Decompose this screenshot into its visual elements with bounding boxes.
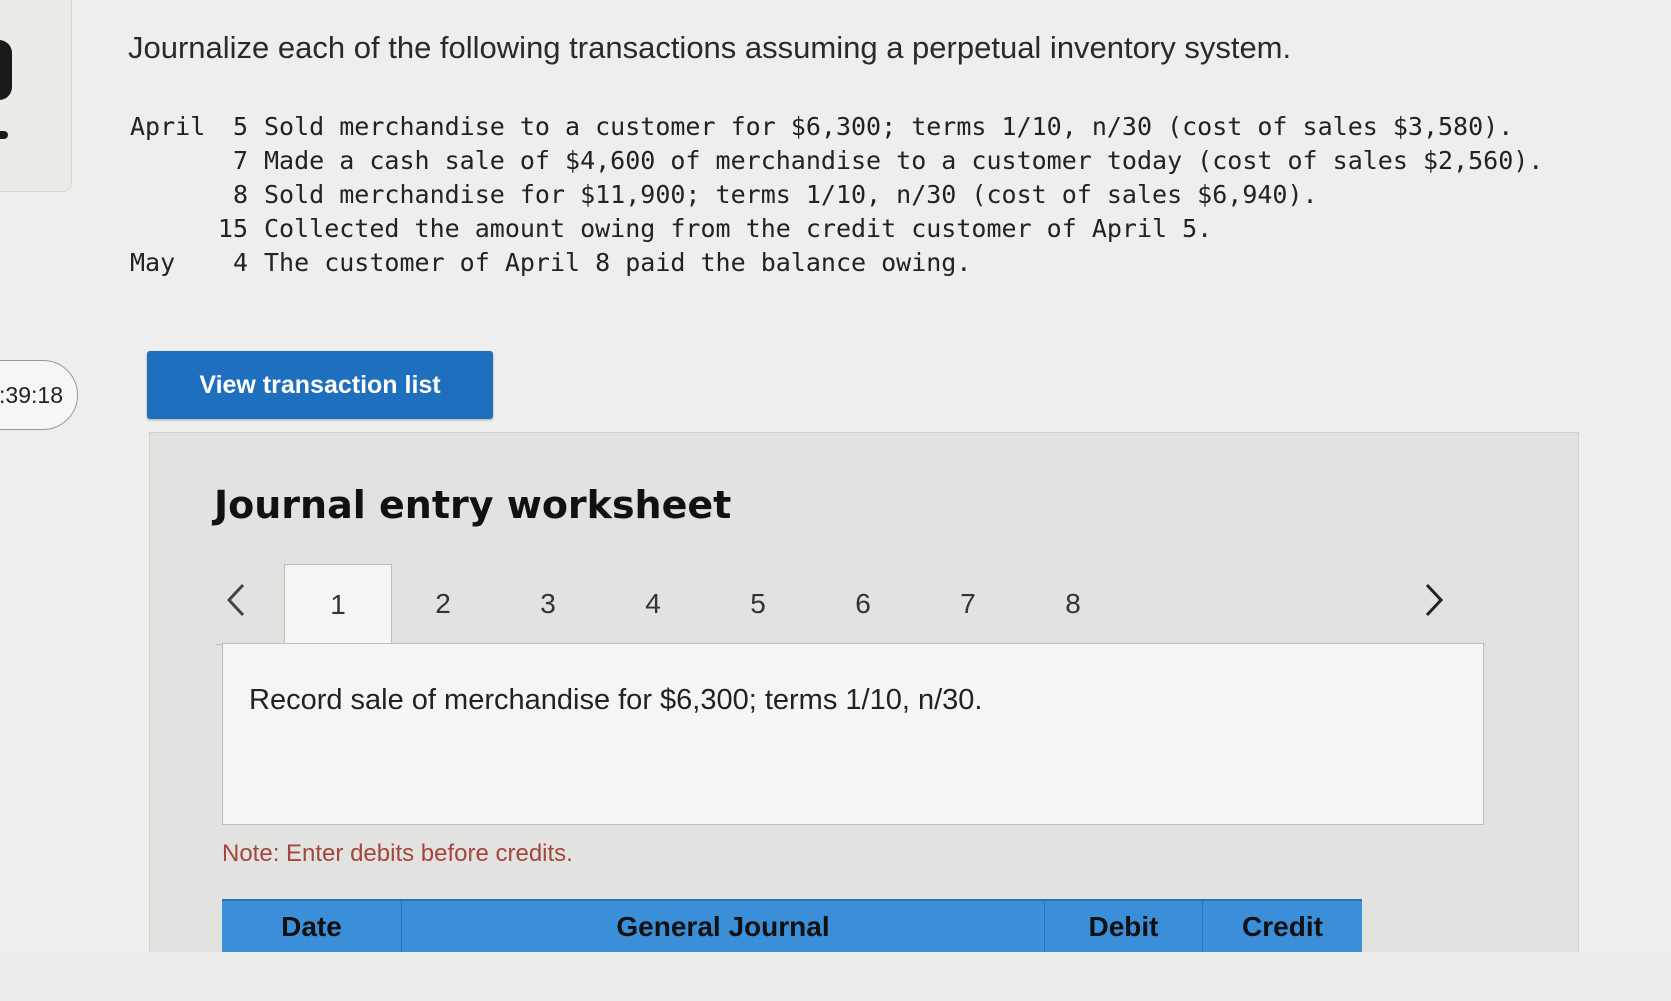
transaction-row: April 5 Sold merchandise to a customer f… bbox=[130, 110, 1543, 144]
transaction-text: The customer of April 8 paid the balance… bbox=[264, 248, 972, 277]
transaction-day: 15 bbox=[217, 214, 248, 243]
entry-prompt-box: Record sale of merchandise for $6,300; t… bbox=[222, 643, 1484, 825]
decorative-mark-small bbox=[0, 131, 8, 139]
transaction-month bbox=[130, 212, 210, 246]
tab-3[interactable]: 3 bbox=[494, 564, 602, 644]
transaction-month bbox=[130, 178, 210, 212]
transaction-text: Sold merchandise for $11,900; terms 1/10… bbox=[264, 180, 1318, 209]
worksheet-title: Journal entry worksheet bbox=[214, 483, 732, 527]
transaction-month: May bbox=[130, 248, 176, 277]
journal-entry-worksheet: Journal entry worksheet 1 2 3 4 5 6 7 8 … bbox=[149, 432, 1579, 954]
chevron-left-icon[interactable] bbox=[216, 578, 256, 622]
transaction-text: Collected the amount owing from the cred… bbox=[264, 214, 1213, 243]
entry-prompt: Record sale of merchandise for $6,300; t… bbox=[249, 684, 983, 716]
tab-4[interactable]: 4 bbox=[599, 564, 707, 644]
transaction-day: 4 bbox=[232, 248, 248, 277]
page-bottom-strip bbox=[0, 952, 1671, 1001]
transaction-text: Sold merchandise to a customer for $6,30… bbox=[264, 112, 1514, 141]
transaction-day: 8 bbox=[232, 180, 248, 209]
question-intro: Journalize each of the following transac… bbox=[128, 30, 1292, 65]
column-header-date: Date bbox=[222, 901, 402, 953]
chevron-right-icon[interactable] bbox=[1414, 578, 1454, 622]
column-header-credit: Credit bbox=[1242, 911, 1323, 942]
transaction-row: 7 Made a cash sale of $4,600 of merchand… bbox=[130, 144, 1543, 178]
transaction-month: April bbox=[130, 112, 206, 141]
tab-5[interactable]: 5 bbox=[704, 564, 812, 644]
transaction-text: Made a cash sale of $4,600 of merchandis… bbox=[264, 146, 1544, 175]
tab-2[interactable]: 2 bbox=[389, 564, 497, 644]
transaction-day: 5 bbox=[232, 112, 248, 141]
decorative-mark bbox=[0, 40, 12, 100]
column-header-general-journal: General Journal bbox=[402, 901, 1045, 953]
tab-7[interactable]: 7 bbox=[914, 564, 1022, 644]
transaction-list: April 5 Sold merchandise to a customer f… bbox=[130, 110, 1543, 280]
left-panel-edge bbox=[0, 0, 72, 192]
column-header-debit: Debit bbox=[1045, 901, 1203, 953]
transaction-row: 8 Sold merchandise for $11,900; terms 1/… bbox=[130, 178, 1543, 212]
view-transaction-list-button[interactable]: View transaction list bbox=[147, 351, 493, 419]
tab-1[interactable]: 1 bbox=[284, 564, 392, 645]
journal-table-header: Date General Journal Debit Credit bbox=[222, 899, 1362, 953]
timer-text: :39:18 bbox=[0, 381, 63, 408]
transaction-month bbox=[130, 144, 210, 178]
transaction-row: 15 Collected the amount owing from the c… bbox=[130, 212, 1543, 246]
tab-8[interactable]: 8 bbox=[1019, 564, 1127, 644]
transaction-day: 7 bbox=[232, 146, 248, 175]
tab-6[interactable]: 6 bbox=[809, 564, 917, 644]
debits-note: Note: Enter debits before credits. bbox=[222, 840, 573, 867]
worksheet-tabbar: 1 2 3 4 5 6 7 8 bbox=[216, 564, 1486, 645]
timer-badge: :39:18 bbox=[0, 360, 78, 430]
transaction-row: May 4 The customer of April 8 paid the b… bbox=[130, 246, 1543, 280]
